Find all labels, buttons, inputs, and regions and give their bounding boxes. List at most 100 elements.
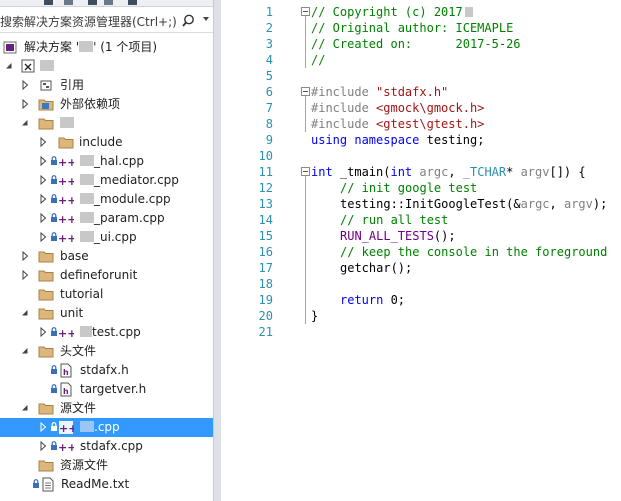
cpp-file-icon: ++ xyxy=(58,156,74,169)
lock-icon xyxy=(51,327,57,336)
code-line-8: #include <gtest\gtest.h> xyxy=(311,117,485,131)
outline-line xyxy=(305,176,306,324)
tree-item-tutorial-folder[interactable]: tutorial xyxy=(0,285,213,304)
code-line-20: } xyxy=(311,309,319,323)
cpp-file-icon: ++ xyxy=(58,441,74,454)
tree-item-external-dependencies[interactable]: 外部依赖项 xyxy=(0,95,213,114)
search-input[interactable]: 搜索解决方案资源管理器(Ctrl+;) xyxy=(0,13,177,30)
collapsed-arrow-icon[interactable] xyxy=(20,99,30,109)
cpp-file-icon: ++ xyxy=(59,421,74,435)
collapsed-arrow-icon[interactable] xyxy=(38,213,48,223)
code-line-19: return 0; xyxy=(340,293,406,307)
redacted-name xyxy=(80,193,94,204)
collapsed-arrow-icon[interactable] xyxy=(20,270,30,280)
outline-line xyxy=(305,16,306,68)
toolbar-icon[interactable] xyxy=(104,0,113,5)
tree-item-include-folder[interactable]: include xyxy=(0,133,213,152)
cpp-file-icon: ++ xyxy=(58,327,74,340)
tree-item-header-files-folder[interactable]: 头文件 xyxy=(0,342,213,361)
expanded-arrow-icon[interactable] xyxy=(20,118,30,128)
tree-item-resource-files-folder[interactable]: 资源文件 xyxy=(0,456,213,475)
solution-explorer: 搜索解决方案资源管理器(Ctrl+;) 解决方案 ' ' (1 个项目) 引用 … xyxy=(0,0,213,501)
toolbar-icon[interactable] xyxy=(64,0,73,5)
tree-item-mediator-cpp[interactable]: ++ _mediator.cpp xyxy=(0,171,213,190)
expanded-arrow-icon[interactable] xyxy=(20,403,30,413)
tree-item-label: 引用 xyxy=(60,78,85,92)
header-file-icon: h xyxy=(60,363,72,378)
tree-item-label: 头文件 xyxy=(60,344,97,358)
tree-item-label: 源文件 xyxy=(60,401,97,415)
line-number: 20 xyxy=(258,309,273,323)
collapsed-arrow-icon[interactable] xyxy=(38,194,48,204)
collapsed-arrow-icon[interactable] xyxy=(38,441,48,451)
expanded-arrow-icon[interactable] xyxy=(20,308,30,318)
lock-icon xyxy=(51,156,57,165)
references-icon xyxy=(40,80,52,91)
tree-item-module-cpp[interactable]: ++ _module.cpp xyxy=(0,190,213,209)
code-line-7: #include <gmock\gmock.h> xyxy=(311,101,485,115)
explorer-toolbar xyxy=(0,0,213,7)
fold-toggle-icon[interactable] xyxy=(301,167,310,176)
code-editor[interactable]: 1 2 3 4 5 6 7 8 9 10 11 12 13 14 15 16 17 18 19 20 21 // Cop… xyxy=(221,0,621,501)
tree-item-base-folder[interactable]: base xyxy=(0,247,213,266)
tree-item-unit-folder[interactable]: unit xyxy=(0,304,213,323)
redacted-name xyxy=(80,421,94,432)
redacted-name xyxy=(80,326,92,337)
lock-icon xyxy=(51,194,57,203)
explorer-search-box[interactable]: 搜索解决方案资源管理器(Ctrl+;) xyxy=(0,10,213,33)
collapsed-arrow-icon[interactable] xyxy=(20,251,30,261)
tree-item-references[interactable]: 引用 xyxy=(0,76,213,95)
collapsed-arrow-icon[interactable] xyxy=(20,80,30,90)
svg-text:++: ++ xyxy=(58,441,74,454)
tree-item-project[interactable] xyxy=(0,57,213,76)
tree-item-solution[interactable]: 解决方案 ' ' (1 个项目) xyxy=(0,38,213,57)
tree-item-defineforunit-folder[interactable]: defineforunit xyxy=(0,266,213,285)
tree-item-test-cpp[interactable]: ++ test.cpp xyxy=(0,323,213,342)
search-icon[interactable] xyxy=(182,13,198,29)
lock-icon xyxy=(51,441,57,450)
tree-item-label: 资源文件 xyxy=(60,458,109,472)
expanded-arrow-icon[interactable] xyxy=(20,346,30,356)
fold-toggle-icon[interactable] xyxy=(301,87,310,96)
tree-item-label: ReadMe.txt xyxy=(61,477,130,491)
line-number: 3 xyxy=(265,37,273,51)
tree-item-hal-cpp[interactable]: ++ _hal.cpp xyxy=(0,152,213,171)
tree-item-targetver-h[interactable]: h targetver.h xyxy=(0,380,213,399)
line-number: 12 xyxy=(258,181,273,195)
toolbar-icon[interactable] xyxy=(128,0,137,5)
collapsed-arrow-icon[interactable] xyxy=(38,232,48,242)
line-number: 9 xyxy=(265,133,273,147)
text-file-icon xyxy=(42,477,54,492)
code-line-11: int _tmain(int argc, _TCHAR* argv[]) { xyxy=(311,165,586,179)
expanded-arrow-icon[interactable] xyxy=(4,61,14,71)
line-number: 8 xyxy=(265,117,273,131)
tree-item-stdafx-h[interactable]: h stdafx.h xyxy=(0,361,213,380)
tree-item-filter-folder[interactable] xyxy=(0,114,213,133)
line-number: 1 xyxy=(265,5,273,19)
toolbar-icon[interactable] xyxy=(88,0,97,5)
tree-item-label: _mediator.cpp xyxy=(94,173,179,187)
lock-icon xyxy=(33,479,39,488)
tree-item-main-cpp-selected[interactable]: ++ .cpp xyxy=(0,418,213,437)
folder-icon xyxy=(38,346,54,358)
collapsed-arrow-icon[interactable] xyxy=(38,156,48,166)
tree-item-param-cpp[interactable]: ++ _param.cpp xyxy=(0,209,213,228)
tree-item-ui-cpp[interactable]: ++ _ui.cpp xyxy=(0,228,213,247)
fold-toggle-icon[interactable] xyxy=(301,7,310,16)
tree-item-label: 外部依赖项 xyxy=(60,97,121,111)
folder-icon xyxy=(38,270,54,282)
collapsed-arrow-icon[interactable] xyxy=(38,175,48,185)
tree-item-readme-txt[interactable]: ReadMe.txt xyxy=(0,475,213,494)
collapsed-arrow-icon[interactable] xyxy=(38,137,48,147)
collapsed-arrow-icon[interactable] xyxy=(38,422,48,432)
svg-text:++: ++ xyxy=(58,156,74,169)
toolbar-icon[interactable] xyxy=(44,0,53,5)
redacted-text xyxy=(464,7,473,17)
search-options-dropdown-icon[interactable] xyxy=(203,17,209,21)
collapsed-arrow-icon[interactable] xyxy=(38,327,48,337)
tree-item-stdafx-cpp[interactable]: ++ stdafx.cpp xyxy=(0,437,213,456)
tree-item-label: _ui.cpp xyxy=(94,230,137,244)
tree-item-source-files-folder[interactable]: 源文件 xyxy=(0,399,213,418)
tree-item-label: include xyxy=(79,135,123,149)
lock-icon xyxy=(51,384,57,393)
